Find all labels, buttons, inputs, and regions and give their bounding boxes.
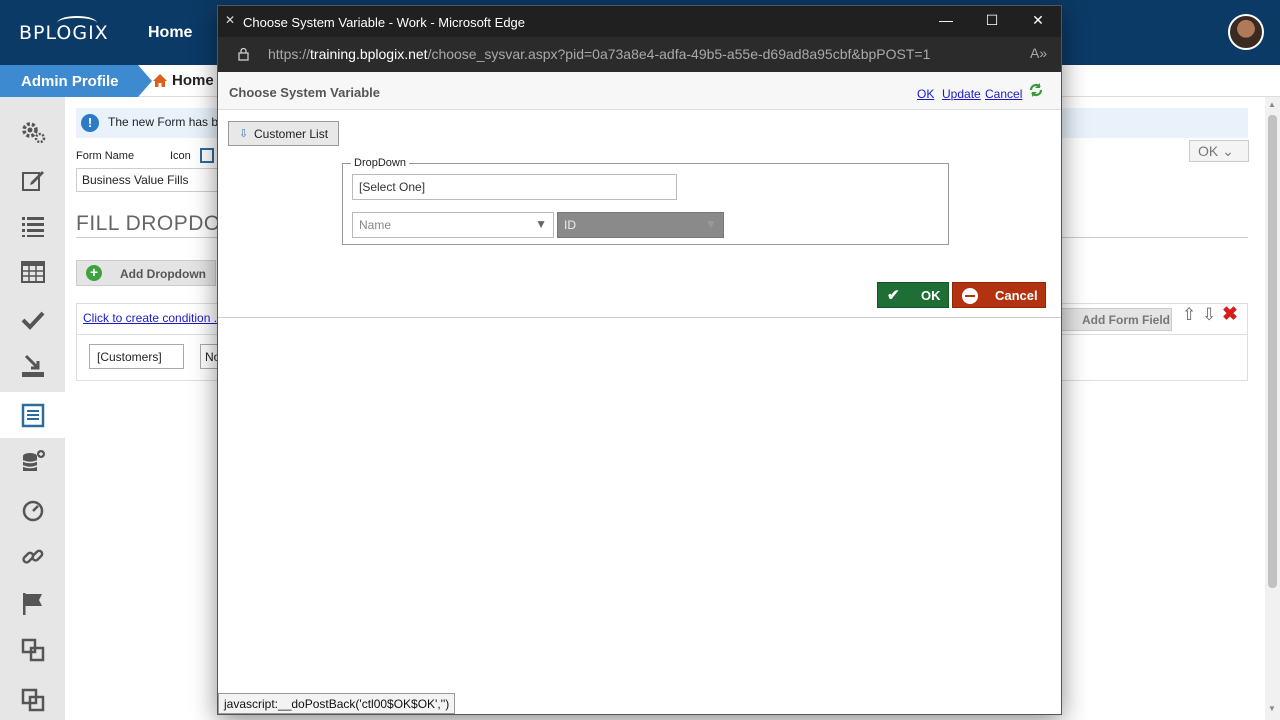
scrollbar-thumb[interactable] bbox=[1268, 115, 1277, 588]
maximize-button[interactable]: ☐ bbox=[969, 12, 1015, 32]
minus-circle-icon bbox=[962, 288, 978, 304]
sidebar-item-speedometer[interactable] bbox=[0, 487, 65, 533]
copy-icon bbox=[21, 638, 44, 662]
choose-system-variable-window: ✕ Choose System Variable - Work - Micros… bbox=[217, 5, 1062, 715]
caret-down-icon: ▼ bbox=[535, 217, 547, 231]
speedometer-icon bbox=[22, 500, 43, 522]
ok-dropdown[interactable]: OK ⌄ bbox=[1189, 140, 1249, 162]
sidebar-item-link[interactable] bbox=[0, 534, 65, 580]
url-host: training.bplogix.net bbox=[310, 46, 428, 62]
table-icon bbox=[20, 261, 45, 283]
name-select[interactable]: Name ▼ bbox=[352, 212, 554, 238]
form-icon[interactable] bbox=[200, 148, 214, 163]
sidebar-item-install[interactable] bbox=[0, 343, 65, 389]
sidebar-item-database[interactable] bbox=[0, 439, 65, 485]
form-name-field[interactable]: Business Value Fills bbox=[76, 168, 236, 192]
edit-icon bbox=[21, 171, 44, 191]
window-titlebar[interactable]: ✕ Choose System Variable - Work - Micros… bbox=[218, 6, 1061, 37]
chevron-down-icon: ⌄ bbox=[1222, 143, 1234, 159]
stack-icon bbox=[21, 688, 44, 712]
install-icon bbox=[21, 354, 44, 377]
refresh-icon[interactable] bbox=[1028, 82, 1044, 98]
close-button[interactable]: ✕ bbox=[1015, 12, 1061, 32]
sidebar-item-form-list[interactable] bbox=[0, 392, 65, 438]
sidebar-item-stack[interactable] bbox=[0, 677, 65, 720]
admin-profile-tab[interactable]: Admin Profile bbox=[0, 65, 152, 97]
flag-icon bbox=[22, 593, 42, 615]
move-up-icon[interactable]: ⇧ bbox=[1182, 305, 1196, 325]
list-icon bbox=[21, 217, 44, 237]
url-prefix: https:// bbox=[268, 46, 311, 62]
dialog-title: Choose System Variable bbox=[229, 85, 381, 100]
gears-icon bbox=[21, 122, 45, 144]
header-update-link[interactable]: Update bbox=[942, 87, 981, 101]
sidebar-item-edit[interactable] bbox=[0, 157, 65, 203]
customer-list-button[interactable]: ⇩ Customer List bbox=[228, 121, 339, 146]
edge-icon: ✕ bbox=[225, 13, 236, 27]
cancel-button-label: Cancel bbox=[995, 288, 1038, 303]
plus-icon: + bbox=[86, 265, 102, 281]
customers-field[interactable]: [Customers] bbox=[89, 344, 184, 369]
database-add-icon bbox=[22, 450, 45, 471]
url-path: /choose_sysvar.aspx?pid=0a73a8e4-adfa-49… bbox=[427, 46, 931, 62]
sidebar-item-check[interactable] bbox=[0, 297, 65, 343]
sidebar-item-gears[interactable] bbox=[0, 109, 65, 155]
dropdown-legend: DropDown bbox=[351, 157, 409, 169]
arrow-down-icon: ⇩ bbox=[239, 128, 249, 140]
status-bar: javascript:__doPostBack('ctl00$OK$OK',''… bbox=[218, 693, 456, 714]
caret-down-icon: ▼ bbox=[705, 217, 717, 231]
move-down-icon[interactable]: ⇩ bbox=[1202, 305, 1216, 325]
delete-icon[interactable]: ✖ bbox=[1222, 303, 1238, 326]
sidebar-item-flag[interactable] bbox=[0, 581, 65, 627]
scroll-down-icon[interactable]: ▼ bbox=[1268, 704, 1276, 713]
sidebar-item-list[interactable] bbox=[0, 203, 65, 249]
header-cancel-link[interactable]: Cancel bbox=[985, 87, 1022, 101]
check-icon bbox=[21, 311, 44, 330]
dialog-divider bbox=[218, 317, 1061, 318]
ok-dropdown-label: OK bbox=[1198, 143, 1219, 159]
link-icon bbox=[21, 549, 43, 564]
id-select-value: ID bbox=[564, 218, 576, 232]
add-dropdown-button[interactable]: + Add Dropdown bbox=[76, 260, 216, 286]
top-nav-home[interactable]: Home bbox=[148, 24, 192, 42]
form-name-label: Form Name bbox=[76, 150, 135, 162]
read-aloud-icon[interactable]: A» bbox=[1030, 45, 1047, 61]
cancel-button[interactable]: Cancel bbox=[952, 282, 1046, 308]
info-icon: ! bbox=[81, 114, 99, 132]
name-select-value: Name bbox=[359, 218, 392, 232]
create-condition-link[interactable]: Click to create condition ... bbox=[83, 311, 224, 325]
select-one-field[interactable]: [Select One] bbox=[352, 174, 677, 200]
bplogix-logo[interactable]: BPLOGIX bbox=[19, 16, 109, 44]
ok-button[interactable]: ✔ OK bbox=[877, 282, 949, 308]
header-ok-link[interactable]: OK bbox=[917, 87, 934, 101]
id-select[interactable]: ID ▼ bbox=[557, 212, 724, 238]
breadcrumb-home[interactable]: Home bbox=[152, 72, 214, 89]
sidebar-item-table[interactable] bbox=[0, 249, 65, 295]
customer-list-label: Customer List bbox=[254, 127, 329, 141]
url-text[interactable]: https://training.bplogix.net/choose_sysv… bbox=[268, 46, 930, 62]
ok-button-label: OK bbox=[921, 288, 941, 303]
add-form-field-button[interactable]: Add Form Field bbox=[1055, 308, 1172, 331]
sidebar bbox=[0, 97, 65, 720]
window-title: Choose System Variable - Work - Microsof… bbox=[243, 15, 526, 30]
minimize-button[interactable]: — bbox=[923, 12, 969, 32]
breadcrumb-home-label: Home bbox=[172, 72, 214, 89]
avatar[interactable] bbox=[1228, 14, 1264, 50]
dialog-header: Choose System Variable OK Update Cancel bbox=[218, 72, 1061, 110]
icon-label: Icon bbox=[170, 150, 191, 162]
home-icon bbox=[153, 74, 167, 87]
info-message: The new Form has b bbox=[108, 115, 219, 129]
dropdown-fieldset: DropDown [Select One] Name ▼ ID ▼ bbox=[342, 157, 949, 245]
checkmark-icon: ✔ bbox=[887, 287, 900, 304]
add-dropdown-label: Add Dropdown bbox=[120, 267, 206, 281]
sidebar-item-copy[interactable] bbox=[0, 627, 65, 673]
lock-icon[interactable] bbox=[238, 48, 249, 61]
scroll-up-icon[interactable]: ▲ bbox=[1268, 100, 1276, 109]
form-list-icon bbox=[21, 403, 44, 428]
address-bar[interactable]: https://training.bplogix.net/choose_sysv… bbox=[218, 37, 1061, 72]
